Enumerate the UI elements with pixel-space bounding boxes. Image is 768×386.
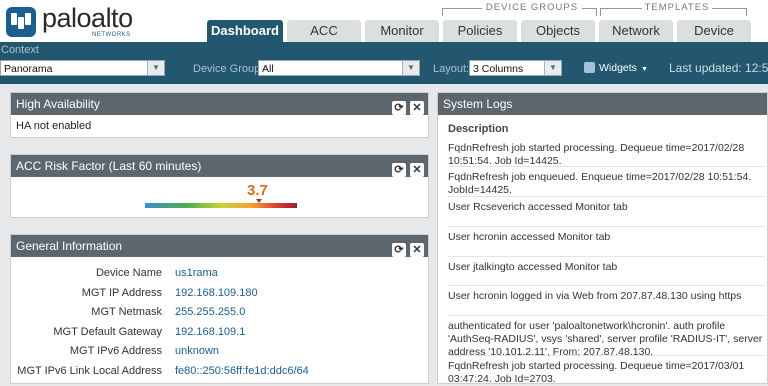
log-divider [448,196,765,197]
risk-marker-icon [256,199,262,203]
acc-title: ACC Risk Factor (Last 60 minutes) [16,159,202,173]
log-entry: FqdnRefresh job started processing. Dequ… [448,360,745,385]
context-label: Context [1,44,39,56]
widgets-menu[interactable]: Widgets ▼ [584,62,648,74]
panel-title: System Logs [438,93,767,115]
panel-title: General Information ⟳ ✕ [11,235,428,257]
device-groups-bracket [442,8,482,9]
system-logs-panel: System Logs Description FqdnRefresh job … [437,92,768,385]
general-title: General Information [16,239,123,253]
chevron-down-icon: ▼ [640,66,648,73]
ha-title: High Availability [16,97,100,111]
widgets-icon [584,62,595,73]
tab-monitor[interactable]: Monitor [365,20,439,42]
close-icon[interactable]: ✕ [410,243,424,257]
context-select-value: Panorama [4,63,53,75]
chevron-down-icon: ▼ [544,61,561,75]
tab-acc[interactable]: ACC [287,20,361,42]
log-divider [448,315,765,316]
templates-label: TEMPLATES [644,2,710,13]
info-row: MGT IPv6 Address unknown [11,345,430,359]
log-entry: User hcronin logged in via Web from 207.… [448,290,742,302]
info-value: 255.255.255.0 [175,306,246,318]
logs-title: System Logs [443,97,513,111]
ha-status-text: HA not enabled [16,120,92,132]
tab-network[interactable]: Network [599,20,673,42]
info-value: 192.168.109.180 [175,287,258,299]
info-key: MGT IPv6 Link Local Address [17,365,162,377]
tab-dashboard[interactable]: Dashboard [207,20,283,42]
chevron-down-icon: ▼ [402,61,419,75]
risk-gauge-bar [145,203,297,208]
log-divider [448,226,765,227]
acc-risk-panel: ACC Risk Factor (Last 60 minutes) ⟳ ✕ 3.7 [10,154,429,218]
log-entry: User Rcseverich accessed Monitor tab [448,201,628,213]
info-row: MGT Netmask 255.255.255.0 [11,306,430,320]
device-group-label: Device Group [193,63,261,75]
tab-device[interactable]: Device [677,20,751,42]
refresh-icon[interactable]: ⟳ [392,243,406,257]
close-icon[interactable]: ✕ [410,101,424,115]
panel-title: ACC Risk Factor (Last 60 minutes) ⟳ ✕ [11,155,428,177]
general-info-panel: General Information ⟳ ✕ Device Name us1ram… [10,234,429,384]
info-row: Device Name us1rama [11,267,430,281]
device-group-select-value: All [262,63,274,75]
tab-policies[interactable]: Policies [443,20,517,42]
info-key: MGT Netmask [91,306,162,318]
info-key: MGT IP Address [81,287,162,299]
device-group-select[interactable]: All ▼ [258,60,420,76]
close-icon[interactable]: ✕ [410,163,424,177]
device-groups-label: DEVICE GROUPS [485,2,579,13]
ha-panel: High Availability ⟳ ✕ HA not enabled [10,92,429,138]
info-row: MGT IP Address 192.168.109.180 [11,287,430,301]
info-row: MGT Default Gateway 192.168.109.1 [11,326,430,340]
log-entry: FqdnRefresh job started processing. Dequ… [448,142,745,167]
log-divider [448,166,765,167]
info-key: MGT Default Gateway [53,326,162,338]
layout-select[interactable]: 3 Columns ▼ [469,60,562,76]
refresh-icon[interactable]: ⟳ [392,101,406,115]
log-entry: User jtalkingto accessed Monitor tab [448,261,618,273]
refresh-icon[interactable]: ⟳ [392,163,406,177]
main-tabs: Dashboard ACC Monitor Policies Objects N… [0,20,768,42]
risk-factor-value: 3.7 [247,182,268,199]
log-divider [448,256,765,257]
logs-column-header: Description [448,123,509,135]
log-divider [448,285,765,286]
layout-label: Layout: [433,63,470,75]
log-entry: authenticated for user 'paloaltonetwork\… [448,320,763,358]
context-select[interactable]: Panorama ▼ [0,60,165,76]
panel-title: High Availability ⟳ ✕ [11,93,428,115]
log-entry: User hcronin accessed Monitor tab [448,231,611,243]
chevron-down-icon: ▼ [147,61,164,75]
info-value: fe80::250:56ff:fe1d:ddc6/64 [175,365,309,377]
info-row: MGT IPv6 Link Local Address fe80::250:56f… [11,365,430,379]
last-updated: Last updated: 12:5 [669,61,768,75]
info-key: MGT IPv6 Address [69,345,162,357]
tab-objects[interactable]: Objects [521,20,595,42]
info-value: 192.168.109.1 [175,326,246,338]
info-key: Device Name [95,267,162,279]
header: paloalto NETWORKS DEVICE GROUPS TEMPLATE… [0,0,768,42]
info-value: unknown [175,345,220,357]
log-divider [448,355,765,356]
templates-bracket [600,8,642,9]
layout-select-value: 3 Columns [473,63,524,75]
widgets-label: Widgets [599,62,637,74]
info-value: us1rama [175,267,218,279]
log-entry: FqdnRefresh job enqueued. Enqueue time=2… [448,171,752,196]
